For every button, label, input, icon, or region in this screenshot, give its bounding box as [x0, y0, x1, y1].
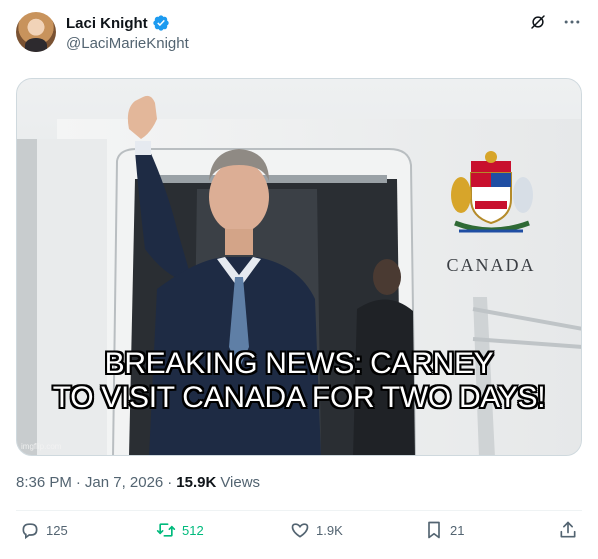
bookmark-button[interactable]: 21: [424, 520, 464, 540]
tweet-media-image[interactable]: CANADA BREAKING NEWS: CARNEY TO VISIT CA…: [16, 78, 582, 456]
meme-caption-line1: BREAKING NEWS: CARNEY: [104, 347, 494, 380]
retweet-count: 512: [182, 522, 204, 538]
meta-separator: ·: [167, 474, 173, 491]
meta-separator: ·: [75, 474, 81, 491]
meme-caption-line2: TO VISIT CANADA FOR TWO DAYS!: [52, 381, 546, 414]
bookmark-count: 21: [450, 522, 465, 538]
grok-icon[interactable]: [528, 12, 548, 32]
views-label: Views: [220, 474, 261, 491]
share-button[interactable]: [558, 520, 578, 540]
like-count: 1.9K: [316, 522, 343, 538]
plane-canada-text: CANADA: [446, 255, 535, 275]
author-display-name[interactable]: Laci Knight: [66, 15, 148, 32]
author-name-row: Laci Knight: [66, 14, 170, 32]
share-icon: [560, 521, 576, 538]
tweet-date[interactable]: Jan 7, 2026: [85, 474, 163, 491]
avatar[interactable]: [16, 12, 56, 52]
imgflip-watermark: imgflip.com: [21, 442, 62, 451]
retweet-icon: [156, 523, 176, 537]
retweet-button[interactable]: 512: [156, 520, 204, 540]
reply-count: 125: [46, 522, 68, 538]
more-options-icon[interactable]: [562, 12, 582, 32]
views-count[interactable]: 15.9K: [176, 474, 216, 491]
tweet-time[interactable]: 8:36 PM: [16, 474, 72, 491]
header-actions: [528, 12, 582, 32]
tweet-header: Laci Knight @LaciMarieKnight: [16, 12, 582, 56]
tweet-meta: 8:36 PM · Jan 7, 2026 · 15.9K Views: [16, 474, 260, 491]
like-icon: [291, 523, 309, 538]
bookmark-icon: [428, 521, 440, 539]
verified-badge-icon: [152, 14, 170, 32]
reply-button[interactable]: 125: [20, 520, 68, 540]
author-handle[interactable]: @LaciMarieKnight: [66, 35, 189, 52]
tweet-actions-bar: 125 512 1.9K 21: [16, 520, 582, 550]
divider: [16, 510, 582, 511]
like-button[interactable]: 1.9K: [290, 520, 343, 540]
reply-icon: [22, 523, 38, 540]
